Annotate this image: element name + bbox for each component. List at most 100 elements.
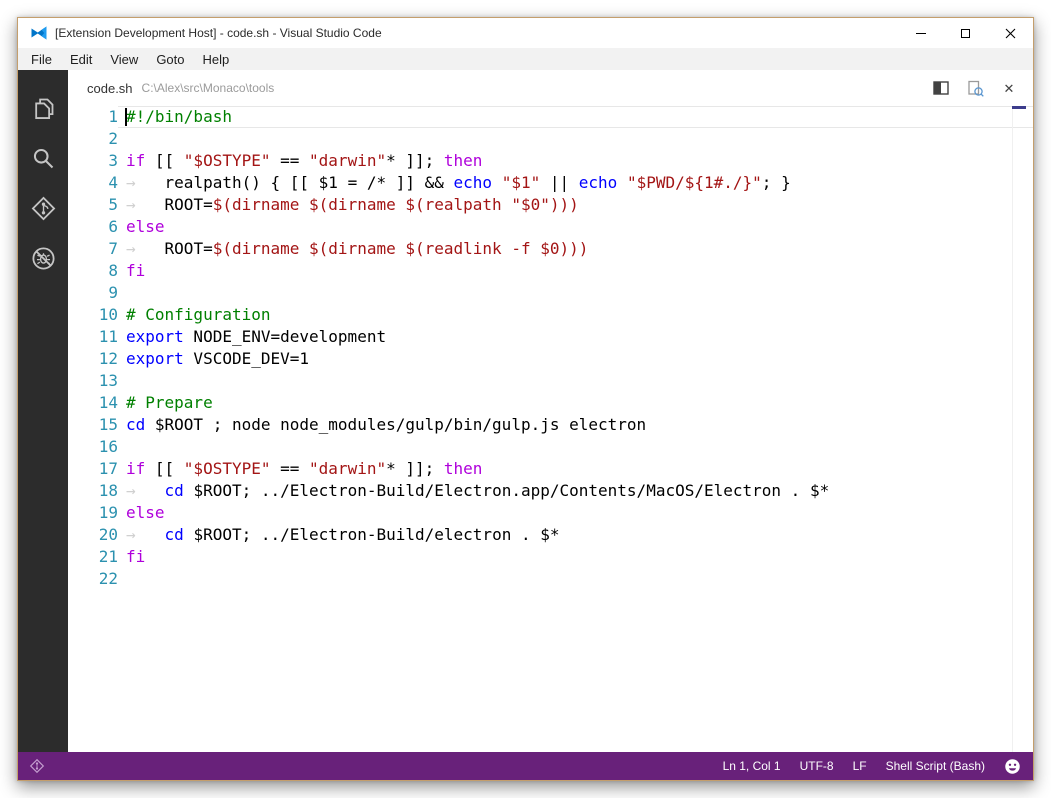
maximize-button[interactable] (943, 18, 988, 48)
code-line[interactable]: 4 → realpath() { [[ $1 = /* ]] && echo "$… (68, 172, 1033, 194)
line-content: else (126, 217, 165, 236)
menu-help[interactable]: Help (194, 48, 239, 70)
menu-bar: File Edit View Goto Help (18, 48, 1033, 70)
open-preview-icon (967, 80, 984, 97)
line-number[interactable]: 19 (68, 502, 118, 524)
editor-title-bar: code.sh C:\Alex\src\Monaco\tools ✕ (68, 70, 1033, 106)
line-number[interactable]: 12 (68, 348, 118, 370)
close-editor-button[interactable]: ✕ (999, 78, 1019, 98)
line-number[interactable]: 2 (68, 128, 118, 150)
line-number[interactable]: 3 (68, 150, 118, 172)
search-icon (33, 148, 53, 168)
close-button[interactable] (988, 18, 1033, 48)
line-number[interactable]: 18 (68, 480, 118, 502)
line-content: → cd $ROOT; ../Electron-Build/electron .… (126, 525, 560, 544)
code-line[interactable]: 9 (68, 282, 1033, 304)
code-line[interactable]: 16 (68, 436, 1033, 458)
status-cursor-position[interactable]: Ln 1, Col 1 (723, 759, 781, 773)
line-content: else (126, 503, 165, 522)
code-line[interactable]: 10 # Configuration (68, 304, 1033, 326)
smiley-icon (1005, 758, 1020, 774)
line-number[interactable]: 10 (68, 304, 118, 326)
code-line[interactable]: 22 (68, 568, 1033, 590)
activitybar-item-source-control[interactable] (18, 183, 68, 233)
line-number[interactable]: 16 (68, 436, 118, 458)
code-line[interactable]: 5 → ROOT=$(dirname $(dirname $(realpath "… (68, 194, 1033, 216)
line-number[interactable]: 13 (68, 370, 118, 392)
line-content: # Prepare (126, 393, 213, 412)
window-title: [Extension Development Host] - code.sh -… (55, 26, 382, 40)
overview-ruler-cursor-marker (1012, 106, 1026, 109)
split-editor-icon (933, 81, 949, 95)
menu-edit[interactable]: Edit (61, 48, 101, 70)
line-number[interactable]: 8 (68, 260, 118, 282)
line-number[interactable]: 21 (68, 546, 118, 568)
explorer-icon (34, 98, 53, 119)
line-content: → realpath() { [[ $1 = /* ]] && echo "$1… (126, 173, 791, 192)
line-number[interactable]: 5 (68, 194, 118, 216)
code-line[interactable]: 8 fi (68, 260, 1033, 282)
code-line[interactable]: 13 (68, 370, 1033, 392)
line-number[interactable]: 14 (68, 392, 118, 414)
git-icon (31, 196, 55, 220)
code-line[interactable]: 21 fi (68, 546, 1033, 568)
line-content: fi (126, 261, 146, 280)
line-number[interactable]: 1 (68, 106, 118, 128)
line-number[interactable]: 20 (68, 524, 118, 546)
menu-view[interactable]: View (101, 48, 147, 70)
split-editor-button[interactable] (931, 78, 951, 98)
code-line[interactable]: 7 → ROOT=$(dirname $(dirname $(readlink -… (68, 238, 1033, 260)
code-line[interactable]: 2 (68, 128, 1033, 150)
code-editor[interactable]: 1 #!/bin/bash 2 3 if [[ "$OSTYPE" == "darwin… (68, 106, 1033, 752)
feedback-smiley-button[interactable] (1004, 758, 1021, 775)
line-content: if [[ "$OSTYPE" == "darwin"* ]]; then (126, 459, 483, 478)
activitybar-item-explorer[interactable] (18, 83, 68, 133)
activitybar-item-debug[interactable] (18, 233, 68, 283)
status-right: Ln 1, Col 1 UTF-8 LF Shell Script (Bash) (723, 759, 1004, 773)
text-cursor (125, 108, 127, 126)
line-number[interactable]: 7 (68, 238, 118, 260)
status-eol[interactable]: LF (853, 759, 867, 773)
line-content: → cd $ROOT; ../Electron-Build/Electron.a… (126, 481, 830, 500)
menu-file[interactable]: File (18, 48, 61, 70)
minimize-button[interactable] (898, 18, 943, 48)
line-number[interactable]: 11 (68, 326, 118, 348)
line-number[interactable]: 22 (68, 568, 118, 590)
open-preview-button[interactable] (965, 78, 985, 98)
line-number[interactable]: 4 (68, 172, 118, 194)
line-number[interactable]: 6 (68, 216, 118, 238)
code-line[interactable]: 3 if [[ "$OSTYPE" == "darwin"* ]]; then (68, 150, 1033, 172)
activitybar-item-search[interactable] (18, 133, 68, 183)
code-line[interactable]: 6 else (68, 216, 1033, 238)
status-bar: Ln 1, Col 1 UTF-8 LF Shell Script (Bash) (18, 752, 1033, 780)
line-number[interactable]: 9 (68, 282, 118, 304)
git-status-icon[interactable] (29, 758, 45, 774)
tab-filename[interactable]: code.sh (87, 81, 133, 96)
activity-bar (18, 70, 68, 752)
line-number[interactable]: 17 (68, 458, 118, 480)
code-line[interactable]: 15 cd $ROOT ; node node_modules/gulp/bin/… (68, 414, 1033, 436)
line-content: cd $ROOT ; node node_modules/gulp/bin/gu… (126, 415, 647, 434)
status-language-mode[interactable]: Shell Script (Bash) (886, 759, 985, 773)
vscode-logo-icon (31, 26, 47, 40)
menu-goto[interactable]: Goto (147, 48, 193, 70)
code-line[interactable]: 14 # Prepare (68, 392, 1033, 414)
code-line[interactable]: 20 → cd $ROOT; ../Electron-Build/electron… (68, 524, 1033, 546)
line-content: fi (126, 547, 146, 566)
code-line[interactable]: 18 → cd $ROOT; ../Electron-Build/Electron… (68, 480, 1033, 502)
code-line[interactable]: 1 #!/bin/bash (68, 106, 1033, 128)
line-content: → ROOT=$(dirname $(dirname $(readlink -f… (126, 239, 589, 258)
line-number[interactable]: 15 (68, 414, 118, 436)
line-content: export NODE_ENV=development (126, 327, 387, 346)
code-line[interactable]: 12 export VSCODE_DEV=1 (68, 348, 1033, 370)
editor-actions: ✕ (931, 78, 1033, 98)
status-encoding[interactable]: UTF-8 (800, 759, 834, 773)
vscode-window: [Extension Development Host] - code.sh -… (17, 17, 1034, 781)
code-line[interactable]: 11 export NODE_ENV=development (68, 326, 1033, 348)
line-content: if [[ "$OSTYPE" == "darwin"* ]]; then (126, 151, 483, 170)
code-line[interactable]: 19 else (68, 502, 1033, 524)
maximize-icon (961, 28, 970, 38)
code-line[interactable]: 17 if [[ "$OSTYPE" == "darwin"* ]]; then (68, 458, 1033, 480)
line-content: export VSCODE_DEV=1 (126, 349, 310, 368)
window-controls (898, 18, 1033, 48)
